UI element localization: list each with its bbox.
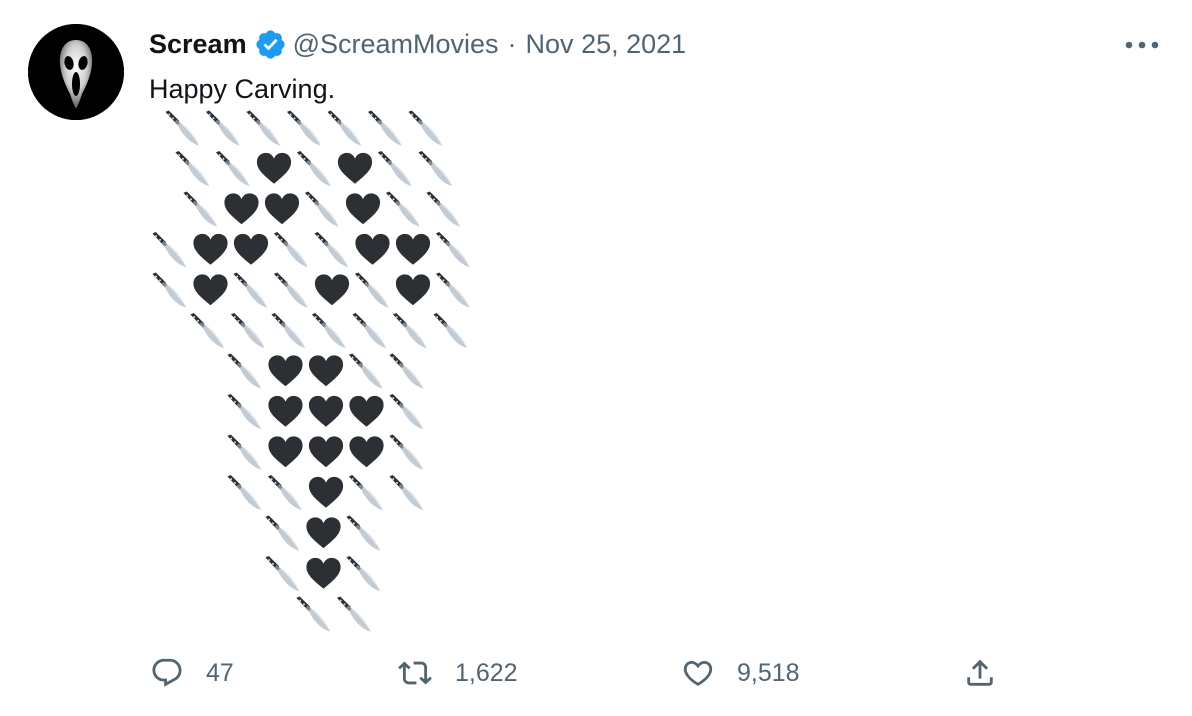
emoji-art	[152, 110, 470, 632]
knife-emoji	[314, 231, 349, 268]
black-heart-emoji	[308, 395, 344, 427]
verified-badge-icon	[254, 28, 287, 61]
tweet-date[interactable]: Nov 25, 2021	[526, 29, 687, 60]
knife-emoji	[227, 353, 262, 389]
black-heart-emoji	[345, 193, 381, 225]
black-heart-emoji	[256, 152, 292, 184]
reply-icon	[150, 656, 184, 690]
knife-emoji	[389, 393, 424, 430]
knife-emoji	[227, 434, 262, 470]
reply-count: 47	[206, 658, 234, 687]
black-heart-emoji	[268, 395, 303, 427]
knife-emoji	[271, 312, 306, 349]
more-options-button[interactable]	[1120, 30, 1164, 60]
knife-emoji	[183, 191, 218, 227]
knife-emoji	[205, 110, 240, 146]
knife-emoji	[385, 191, 420, 227]
ghostface-avatar-icon	[28, 24, 124, 120]
like-count: 9,518	[737, 658, 800, 687]
knife-emoji	[273, 272, 308, 308]
knife-emoji	[233, 272, 268, 308]
knife-emoji	[348, 353, 383, 389]
knife-emoji	[190, 312, 225, 349]
black-heart-emoji	[337, 152, 373, 184]
black-heart-emoji	[193, 233, 228, 265]
knife-emoji	[267, 474, 302, 511]
black-heart-emoji	[395, 274, 431, 306]
retweet-icon	[397, 656, 433, 690]
retweet-button[interactable]: 1,622	[397, 648, 518, 698]
black-heart-emoji	[395, 233, 431, 265]
header-separator: ·	[507, 28, 517, 59]
black-heart-emoji	[308, 436, 344, 468]
knife-emoji	[175, 150, 210, 187]
knife-emoji	[336, 596, 371, 632]
knife-emoji	[346, 515, 381, 551]
knife-emoji	[377, 150, 412, 187]
more-horizontal-icon	[1125, 41, 1159, 49]
knife-emoji	[435, 231, 470, 268]
knife-emoji	[433, 312, 468, 349]
reply-button[interactable]: 47	[150, 648, 234, 698]
author-handle[interactable]: @ScreamMovies	[293, 29, 499, 60]
knife-emoji	[296, 150, 331, 187]
share-button[interactable]	[963, 648, 997, 698]
knife-emoji	[367, 110, 402, 146]
black-heart-emoji	[233, 233, 269, 265]
like-button[interactable]: 9,518	[681, 648, 800, 698]
black-heart-emoji	[224, 193, 259, 225]
black-heart-emoji	[193, 274, 228, 306]
knife-emoji	[265, 555, 300, 592]
retweet-count: 1,622	[455, 658, 518, 687]
knife-emoji	[354, 272, 389, 308]
black-heart-emoji	[308, 476, 344, 508]
black-heart-emoji	[306, 517, 341, 549]
black-heart-emoji	[264, 193, 300, 225]
black-heart-emoji	[268, 355, 303, 387]
knife-emoji	[389, 474, 424, 511]
knife-emoji	[346, 555, 381, 592]
knife-emoji	[273, 231, 308, 268]
knife-emoji	[215, 150, 250, 187]
knife-emoji	[389, 434, 424, 470]
knife-emoji	[286, 110, 321, 146]
black-heart-emoji	[308, 355, 344, 387]
knife-emoji	[435, 272, 470, 308]
black-heart-emoji	[349, 395, 384, 427]
knife-emoji	[152, 231, 187, 268]
knife-emoji	[408, 110, 443, 146]
knife-emoji	[152, 272, 187, 308]
knife-emoji	[227, 474, 262, 511]
black-heart-emoji	[355, 233, 390, 265]
knife-emoji	[296, 596, 331, 632]
knife-emoji	[165, 110, 200, 146]
share-icon	[963, 656, 997, 690]
knife-emoji	[227, 393, 262, 430]
black-heart-emoji	[306, 557, 341, 589]
heart-icon	[681, 656, 715, 690]
black-heart-emoji	[349, 436, 384, 468]
knife-emoji	[426, 191, 461, 227]
avatar[interactable]	[28, 24, 124, 120]
tweet-actions: 47 1,622 9,518	[0, 648, 1192, 698]
knife-emoji	[418, 150, 453, 187]
author-name[interactable]: Scream	[149, 29, 247, 60]
knife-emoji	[311, 312, 346, 349]
knife-emoji	[389, 353, 424, 389]
knife-emoji	[392, 312, 427, 349]
knife-emoji	[352, 312, 387, 349]
tweet-header: Scream @ScreamMovies · Nov 25, 2021	[149, 26, 686, 62]
knife-emoji	[304, 191, 339, 227]
knife-emoji	[230, 312, 265, 349]
knife-emoji	[246, 110, 281, 146]
tweet-text: Happy Carving.	[149, 74, 336, 104]
knife-emoji	[348, 474, 383, 511]
knife-emoji	[327, 110, 362, 146]
black-heart-emoji	[268, 436, 303, 468]
black-heart-emoji	[314, 274, 350, 306]
knife-emoji	[265, 515, 300, 551]
